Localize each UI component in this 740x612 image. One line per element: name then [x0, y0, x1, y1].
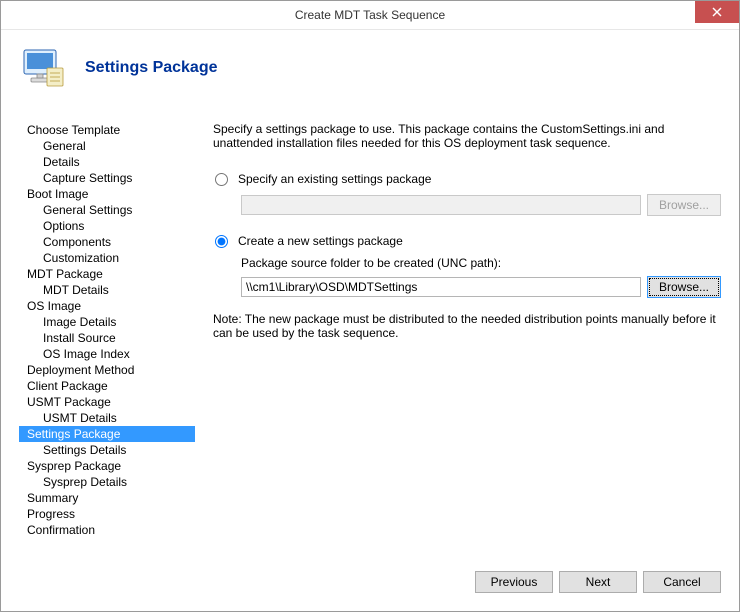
option-existing-row: Specify an existing settings package: [213, 172, 721, 186]
sidebar-step[interactable]: Install Source: [19, 330, 195, 346]
distribution-note: Note: The new package must be distribute…: [213, 312, 721, 340]
window-title: Create MDT Task Sequence: [295, 8, 445, 22]
sidebar-step[interactable]: Sysprep Details: [19, 474, 195, 490]
sidebar-step[interactable]: General Settings: [19, 202, 195, 218]
existing-package-field-row: Browse...: [241, 194, 721, 216]
wizard-window: Create MDT Task Sequence Settings Packag…: [0, 0, 740, 612]
browse-existing-button: Browse...: [647, 194, 721, 216]
sidebar-step[interactable]: General: [19, 138, 195, 154]
radio-new-label: Create a new settings package: [238, 234, 403, 248]
radio-new-package[interactable]: [215, 235, 228, 248]
sidebar-step[interactable]: Settings Package: [19, 426, 195, 442]
sidebar-step[interactable]: Settings Details: [19, 442, 195, 458]
sidebar-step[interactable]: Customization: [19, 250, 195, 266]
wizard-body: Choose TemplateGeneralDetailsCapture Set…: [1, 122, 739, 611]
option-new-row: Create a new settings package: [213, 234, 721, 248]
sidebar-step[interactable]: Options: [19, 218, 195, 234]
browse-new-button[interactable]: Browse...: [647, 276, 721, 298]
sidebar-step[interactable]: Sysprep Package: [19, 458, 195, 474]
radio-existing-package[interactable]: [215, 173, 228, 186]
cancel-button[interactable]: Cancel: [643, 571, 721, 593]
wizard-steps-sidebar: Choose TemplateGeneralDetailsCapture Set…: [19, 122, 199, 593]
close-button[interactable]: [695, 1, 739, 23]
computer-icon: [19, 44, 67, 92]
sidebar-step[interactable]: USMT Package: [19, 394, 195, 410]
sidebar-step[interactable]: MDT Details: [19, 282, 195, 298]
sidebar-step[interactable]: Choose Template: [19, 122, 195, 138]
sidebar-step[interactable]: OS Image Index: [19, 346, 195, 362]
sidebar-step[interactable]: Capture Settings: [19, 170, 195, 186]
sidebar-step[interactable]: Summary: [19, 490, 195, 506]
page-description: Specify a settings package to use. This …: [213, 122, 721, 150]
wizard-content: Specify a settings package to use. This …: [199, 122, 721, 593]
previous-button[interactable]: Previous: [475, 571, 553, 593]
wizard-footer: Previous Next Cancel: [475, 571, 721, 593]
radio-existing-label: Specify an existing settings package: [238, 172, 431, 186]
page-title: Settings Package: [85, 59, 218, 77]
sidebar-step[interactable]: USMT Details: [19, 410, 195, 426]
new-package-path-input[interactable]: [241, 277, 641, 297]
existing-package-input: [241, 195, 641, 215]
sidebar-step[interactable]: Image Details: [19, 314, 195, 330]
sidebar-step[interactable]: Details: [19, 154, 195, 170]
new-package-path-label: Package source folder to be created (UNC…: [241, 256, 721, 270]
sidebar-step[interactable]: Confirmation: [19, 522, 195, 538]
sidebar-step[interactable]: Boot Image: [19, 186, 195, 202]
wizard-header: Settings Package: [1, 30, 739, 122]
sidebar-step[interactable]: Deployment Method: [19, 362, 195, 378]
sidebar-step[interactable]: Progress: [19, 506, 195, 522]
titlebar: Create MDT Task Sequence: [1, 1, 739, 30]
new-package-field-row: Browse...: [241, 276, 721, 298]
sidebar-step[interactable]: OS Image: [19, 298, 195, 314]
sidebar-step[interactable]: Components: [19, 234, 195, 250]
sidebar-step[interactable]: Client Package: [19, 378, 195, 394]
next-button[interactable]: Next: [559, 571, 637, 593]
sidebar-step[interactable]: MDT Package: [19, 266, 195, 282]
